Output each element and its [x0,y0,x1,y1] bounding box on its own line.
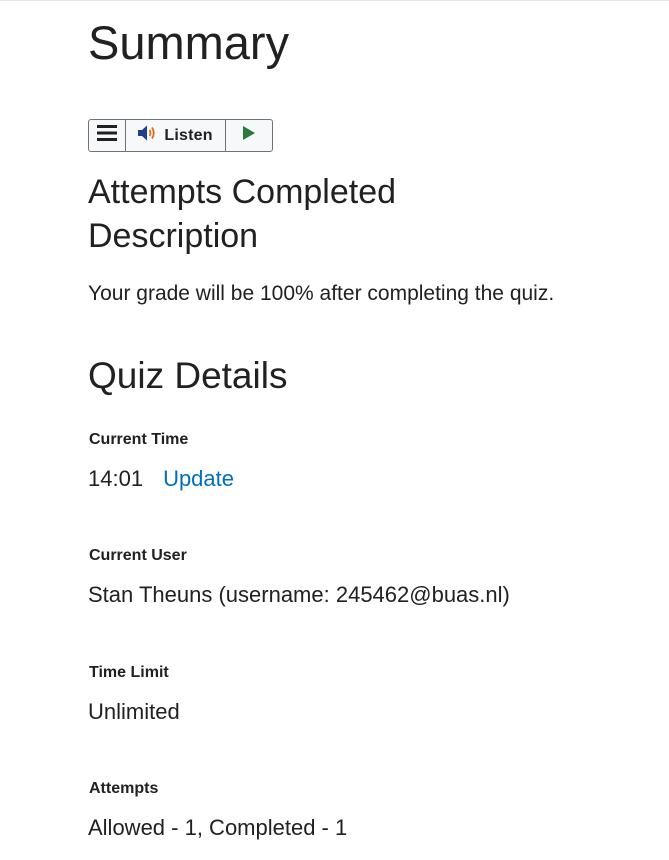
update-time-link[interactable]: Update [163,466,234,491]
listen-menu-button[interactable] [89,120,126,151]
play-icon [242,126,256,145]
quiz-details-heading: Quiz Details [88,355,288,396]
listen-button[interactable]: Listen [126,120,226,151]
listen-toolbar: Listen [88,119,273,152]
grade-description: Your grade will be 100% after completing… [88,282,555,305]
attempts-label: Attempts [89,780,159,797]
hamburger-menu-icon [96,125,117,146]
attempts-value: Allowed - 1, Completed - 1 [88,815,348,840]
top-divider [0,0,669,1]
play-button[interactable] [226,120,272,151]
time-limit-value: Unlimited [88,699,180,724]
current-time-row: 14:01 Update [88,465,234,493]
current-user-value: Stan Theuns (username: 245462@buas.nl) [88,582,510,607]
attempts-completed-heading: Attempts Completed Description [88,173,397,255]
current-time-value: 14:01 [88,466,144,491]
page-title: Summary [88,16,290,69]
current-time-label: Current Time [89,431,189,448]
time-limit-label: Time Limit [89,664,169,681]
speaker-icon [137,124,159,147]
current-user-label: Current User [89,547,187,564]
listen-label: Listen [164,126,213,144]
